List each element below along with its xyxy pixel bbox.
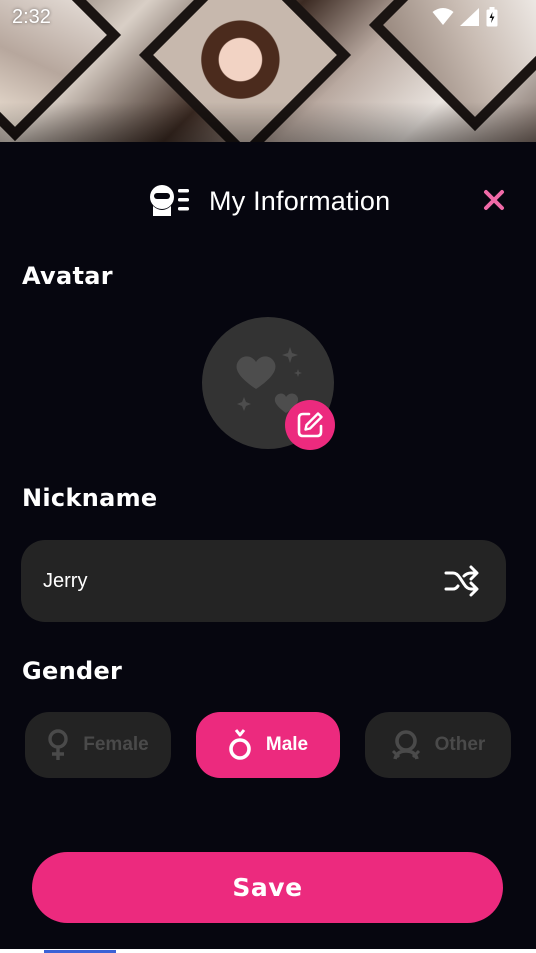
save-button[interactable]: Save (32, 852, 503, 923)
nickname-field[interactable]: Jerry (21, 540, 506, 622)
status-icons (432, 7, 498, 27)
edit-avatar-button[interactable] (285, 400, 335, 450)
shuffle-icon[interactable] (444, 564, 480, 598)
gender-option-label: Male (265, 734, 309, 755)
edit-icon (297, 412, 323, 438)
nickname-input[interactable]: Jerry (43, 570, 87, 593)
battery-icon (486, 7, 498, 27)
female-icon (48, 729, 68, 760)
gender-section-label: Gender (22, 657, 123, 685)
save-button-label: Save (232, 873, 303, 902)
male-icon (229, 729, 251, 760)
profile-info-icon (150, 185, 189, 216)
wifi-icon (432, 8, 454, 25)
gender-option-male[interactable]: Male (196, 712, 340, 778)
close-button[interactable] (480, 186, 508, 214)
page-title: My Information (209, 186, 391, 216)
gender-option-label: Female (83, 734, 149, 755)
other-gender-icon (391, 730, 420, 760)
signal-icon (460, 8, 479, 26)
status-time: 2:32 (12, 6, 51, 28)
status-bar: 2:32 (0, 0, 536, 34)
page-header: My Information (0, 180, 536, 224)
gender-option-label: Other (434, 734, 486, 755)
gender-option-other[interactable]: Other (365, 712, 511, 778)
avatar-section-label: Avatar (22, 262, 113, 290)
gender-option-female[interactable]: Female (25, 712, 171, 778)
nickname-section-label: Nickname (22, 484, 158, 512)
